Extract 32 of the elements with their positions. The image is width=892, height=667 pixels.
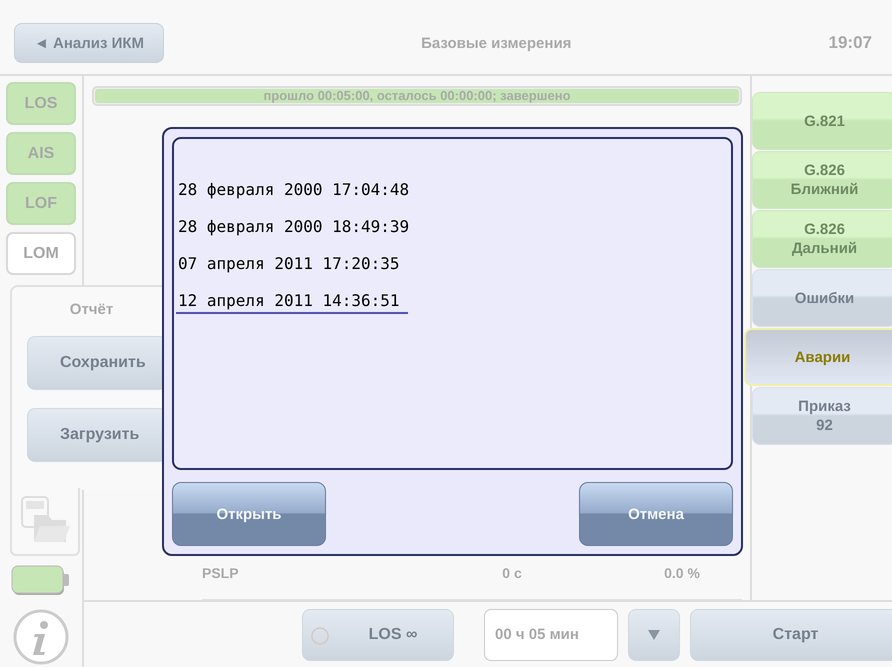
back-button[interactable]: ◄ Анализ ИКМ	[14, 23, 164, 63]
file-item[interactable]: 28 февраля 2000 18:49:39	[176, 214, 410, 238]
percent-value: 0.0 %	[663, 565, 701, 581]
info-icon[interactable]	[13, 609, 69, 665]
progress-bar: прошло 00:05:00, осталось 00:00:00; завершено	[92, 86, 742, 106]
indicator-icon	[311, 626, 329, 644]
clock-time: 19:07	[828, 33, 872, 53]
dialog-button[interactable]: Отмена	[579, 482, 733, 546]
panel-title: Отчёт	[70, 301, 114, 318]
alarm-indicator[interactable]: LOS	[6, 82, 76, 125]
caret-icon	[648, 630, 660, 640]
dialog-button[interactable]: Открыть	[172, 482, 326, 546]
results-tab[interactable]: Приказ 92	[752, 387, 892, 445]
duration-value: 0 с	[501, 565, 523, 581]
file-item[interactable]: 28 февраля 2000 17:04:48	[176, 177, 410, 201]
duration-field[interactable]: 00 ч 05 мин	[484, 608, 618, 660]
alarm-indicator[interactable]: LOF	[6, 182, 76, 225]
parameter-name: PSLP	[202, 565, 240, 581]
trigger-button[interactable]: LOS ∞	[302, 608, 454, 660]
results-tab[interactable]: Аварии	[744, 328, 892, 386]
file-item[interactable]: 12 апреля 2011 14:36:51	[176, 288, 408, 314]
alarm-indicator[interactable]: AIS	[6, 132, 76, 175]
battery-icon	[11, 565, 71, 597]
start-button[interactable]: Старт	[690, 608, 892, 660]
alarm-indicator[interactable]: LOM	[6, 232, 76, 275]
screen-title: Базовые измерения	[421, 34, 572, 52]
results-tab[interactable]: G.826 Дальний	[752, 210, 892, 268]
file-item[interactable]: 07 апреля 2011 17:20:35	[176, 251, 400, 275]
results-tab[interactable]: G.826 Ближний	[752, 151, 892, 209]
results-tab[interactable]: Ошибки	[752, 269, 892, 327]
dropdown-button[interactable]	[628, 608, 680, 660]
results-tab[interactable]: G.821	[752, 92, 892, 150]
